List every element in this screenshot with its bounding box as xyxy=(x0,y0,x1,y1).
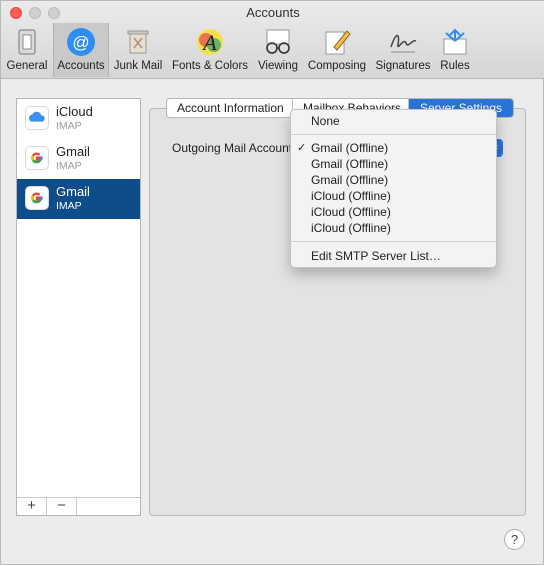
fonts-icon: A xyxy=(197,29,223,55)
menu-item-account[interactable]: iCloud (Offline) xyxy=(291,220,496,236)
menu-item-none[interactable]: None xyxy=(291,113,496,129)
pencil-icon xyxy=(325,30,351,55)
general-icon xyxy=(18,29,36,55)
account-list: iCloud IMAP Gmail IMAP Gmail IMAP + − xyxy=(16,98,141,516)
toolbar-composing[interactable]: Composing xyxy=(305,23,369,77)
menu-item-account[interactable]: Gmail (Offline) xyxy=(291,172,496,188)
menu-item-account[interactable]: ✓ Gmail (Offline) xyxy=(291,140,496,156)
toolbar-general[interactable]: General xyxy=(4,23,50,77)
tab-account-information[interactable]: Account Information xyxy=(167,99,293,117)
menu-separator xyxy=(291,241,496,242)
google-icon xyxy=(25,146,49,170)
remove-account-button[interactable]: − xyxy=(47,498,77,515)
help-button[interactable]: ? xyxy=(504,529,525,550)
checkmark-icon: ✓ xyxy=(297,142,307,154)
icloud-icon xyxy=(25,106,49,130)
account-item-gmail[interactable]: Gmail IMAP xyxy=(17,139,140,179)
menu-separator xyxy=(291,134,496,135)
toolbar-accounts[interactable]: @ Accounts xyxy=(53,23,109,77)
menu-item-account[interactable]: iCloud (Offline) xyxy=(291,188,496,204)
menu-item-account[interactable]: iCloud (Offline) xyxy=(291,204,496,220)
toolbar-rules[interactable]: Rules xyxy=(436,23,474,77)
preferences-window: Accounts General @ Accounts Junk Mail A … xyxy=(0,0,544,565)
toolbar-junk-mail[interactable]: Junk Mail xyxy=(111,23,165,77)
toolbar-signatures[interactable]: Signatures xyxy=(372,23,434,77)
toolbar-viewing[interactable]: Viewing xyxy=(254,23,302,77)
window-title: Accounts xyxy=(246,5,300,20)
svg-text:@: @ xyxy=(72,33,89,52)
add-account-button[interactable]: + xyxy=(17,498,47,515)
rules-icon xyxy=(443,28,467,55)
menu-item-account[interactable]: Gmail (Offline) xyxy=(291,156,496,172)
google-icon xyxy=(25,186,49,210)
account-item-icloud[interactable]: iCloud IMAP xyxy=(17,99,140,139)
toolbar-fonts-colors[interactable]: A Fonts & Colors xyxy=(168,23,252,77)
account-list-footer: + − xyxy=(17,497,140,515)
at-icon: @ xyxy=(67,28,95,56)
outgoing-account-menu: None ✓ Gmail (Offline) Gmail (Offline) G… xyxy=(290,109,497,268)
svg-text:A: A xyxy=(201,30,217,55)
trash-icon xyxy=(127,30,149,54)
account-item-gmail-selected[interactable]: Gmail IMAP xyxy=(17,179,140,219)
outgoing-mail-account-label: Outgoing Mail Account xyxy=(172,141,293,155)
toolbar: Accounts General @ Accounts Junk Mail A … xyxy=(1,1,544,79)
menu-item-edit-smtp[interactable]: Edit SMTP Server List… xyxy=(291,248,496,264)
signature-icon xyxy=(390,34,417,53)
glasses-icon xyxy=(266,29,290,54)
